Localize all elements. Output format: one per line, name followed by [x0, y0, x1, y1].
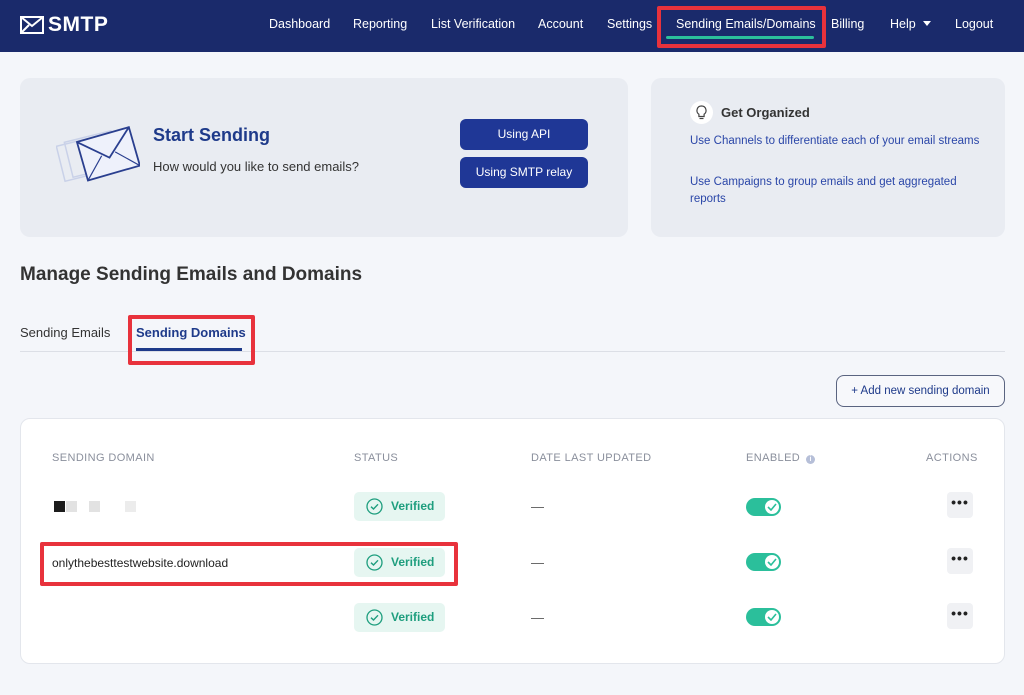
envelope-logo-icon	[20, 16, 44, 34]
channels-link[interactable]: Use Channels to differentiate each of yo…	[690, 133, 980, 150]
row-actions-button[interactable]: •••	[947, 548, 973, 574]
header-enabled-label: ENABLED	[746, 452, 801, 464]
highlight-row-box	[40, 542, 458, 586]
status-label: Verified	[391, 610, 435, 624]
smtp-logo[interactable]: SMTP	[20, 13, 108, 37]
campaigns-link[interactable]: Use Campaigns to group emails and get ag…	[690, 174, 980, 208]
page-title: Manage Sending Emails and Domains	[20, 264, 363, 285]
check-icon	[767, 613, 777, 621]
nav-list-verification[interactable]: List Verification	[431, 17, 515, 31]
add-sending-domain-button[interactable]: + Add new sending domain	[836, 375, 1005, 407]
lightbulb-icon	[690, 101, 713, 124]
redaction-block	[89, 501, 100, 512]
check-circle-icon	[366, 609, 383, 626]
nav-account[interactable]: Account	[538, 17, 583, 31]
header-status: STATUS	[354, 452, 399, 464]
check-icon	[767, 558, 777, 566]
check-icon	[767, 503, 777, 511]
get-organized-title: Get Organized	[721, 105, 810, 120]
nav-dashboard[interactable]: Dashboard	[269, 17, 330, 31]
using-api-button[interactable]: Using API	[460, 119, 588, 150]
redaction-block	[125, 501, 136, 512]
header-enabled: ENABLED i	[746, 452, 816, 464]
nav-settings[interactable]: Settings	[607, 17, 652, 31]
caret-down-icon	[922, 21, 931, 26]
start-sending-title: Start Sending	[153, 125, 271, 145]
redaction-block	[54, 501, 65, 512]
status-badge: Verified	[354, 492, 445, 521]
using-smtp-relay-button[interactable]: Using SMTP relay	[460, 157, 588, 188]
highlight-nav-box	[657, 6, 826, 48]
toggle-knob	[765, 500, 779, 514]
status-badge: Verified	[354, 603, 445, 632]
row-actions-button[interactable]: •••	[947, 492, 973, 518]
date-value: —	[531, 610, 544, 625]
highlight-tab-box	[128, 315, 255, 365]
toggle-knob	[765, 610, 779, 624]
header-sending-domain: SENDING DOMAIN	[52, 452, 155, 464]
date-value: —	[531, 555, 544, 570]
nav-reporting[interactable]: Reporting	[353, 17, 407, 31]
enabled-toggle[interactable]	[746, 498, 781, 516]
domains-table	[20, 418, 1005, 664]
nav-logout[interactable]: Logout	[955, 17, 993, 31]
tab-sending-emails[interactable]: Sending Emails	[20, 325, 110, 340]
header-actions: ACTIONS	[926, 452, 978, 464]
envelope-stack-icon	[56, 126, 140, 183]
row-actions-button[interactable]: •••	[947, 603, 973, 629]
enabled-toggle[interactable]	[746, 553, 781, 571]
check-circle-icon	[366, 498, 383, 515]
nav-help-label: Help	[890, 17, 916, 31]
info-icon[interactable]: i	[806, 455, 816, 464]
date-value: —	[531, 499, 544, 514]
enabled-toggle[interactable]	[746, 608, 781, 626]
header-date-last-updated: DATE LAST UPDATED	[531, 452, 652, 464]
nav-help[interactable]: Help	[890, 17, 931, 31]
status-label: Verified	[391, 499, 435, 513]
nav-billing[interactable]: Billing	[831, 17, 864, 31]
start-sending-subtitle: How would you like to send emails?	[153, 159, 359, 174]
toggle-knob	[765, 555, 779, 569]
redaction-block	[66, 501, 77, 512]
top-navbar: SMTP Dashboard Reporting List Verificati…	[0, 0, 1024, 52]
brand-name: SMTP	[48, 13, 109, 36]
